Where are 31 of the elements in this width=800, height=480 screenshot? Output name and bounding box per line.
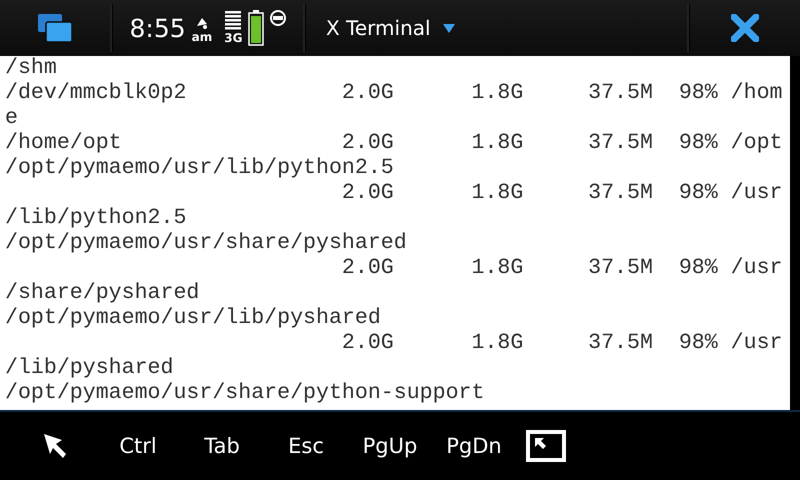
terminal-line: /opt/pymaemo/usr/share/python-support <box>5 381 486 406</box>
key-button[interactable]: PgDn <box>432 421 516 471</box>
terminal-line: /opt/pymaemo/usr/lib/python2.5 <box>5 156 395 181</box>
alarm-icon <box>194 16 209 30</box>
terminal-line: /home/opt 2.0G 1.8G 37.5M 98% /opt <box>5 131 784 156</box>
terminal-line: /dev/mmcblk0p2 2.0G 1.8G 37.5M 98% /hom <box>5 81 784 106</box>
terminal-line: 2.0G 1.8G 37.5M 98% /usr <box>340 181 784 206</box>
battery-icon <box>248 10 264 46</box>
am-pm-label: am <box>192 30 212 44</box>
signal-icon <box>225 11 242 31</box>
close-icon[interactable] <box>731 14 759 42</box>
terminal-line: /lib/python2.5 <box>5 206 188 231</box>
key-button[interactable]: Ctrl <box>96 421 180 471</box>
terminal-line: /shm <box>5 56 58 81</box>
terminal-line: /share/pyshared <box>5 281 200 306</box>
terminal-line: 2.0G 1.8G 37.5M 98% /usr <box>340 331 784 356</box>
task-switcher-icon[interactable] <box>38 14 72 42</box>
terminal-line: /opt/pymaemo/usr/lib/pyshared <box>5 306 382 331</box>
presence-icon <box>270 10 286 26</box>
terminal-line: e <box>5 106 19 131</box>
key-button[interactable]: PgUp <box>348 421 432 471</box>
clock-time: 8:55 <box>130 14 186 42</box>
terminal-line: /opt/pymaemo/usr/share/pyshared <box>5 231 408 256</box>
fullscreen-icon <box>526 430 566 462</box>
terminal-line: /lib/pyshared <box>5 356 174 381</box>
network-label: 3G <box>224 31 242 45</box>
terminal-line: 2.0G 1.8G 37.5M 98% /usr <box>340 256 784 281</box>
key-button[interactable]: Esc <box>264 421 348 471</box>
app-title-menu[interactable]: X Terminal <box>306 0 455 56</box>
key-button[interactable]: Tab <box>180 421 264 471</box>
dropdown-icon <box>442 24 455 32</box>
